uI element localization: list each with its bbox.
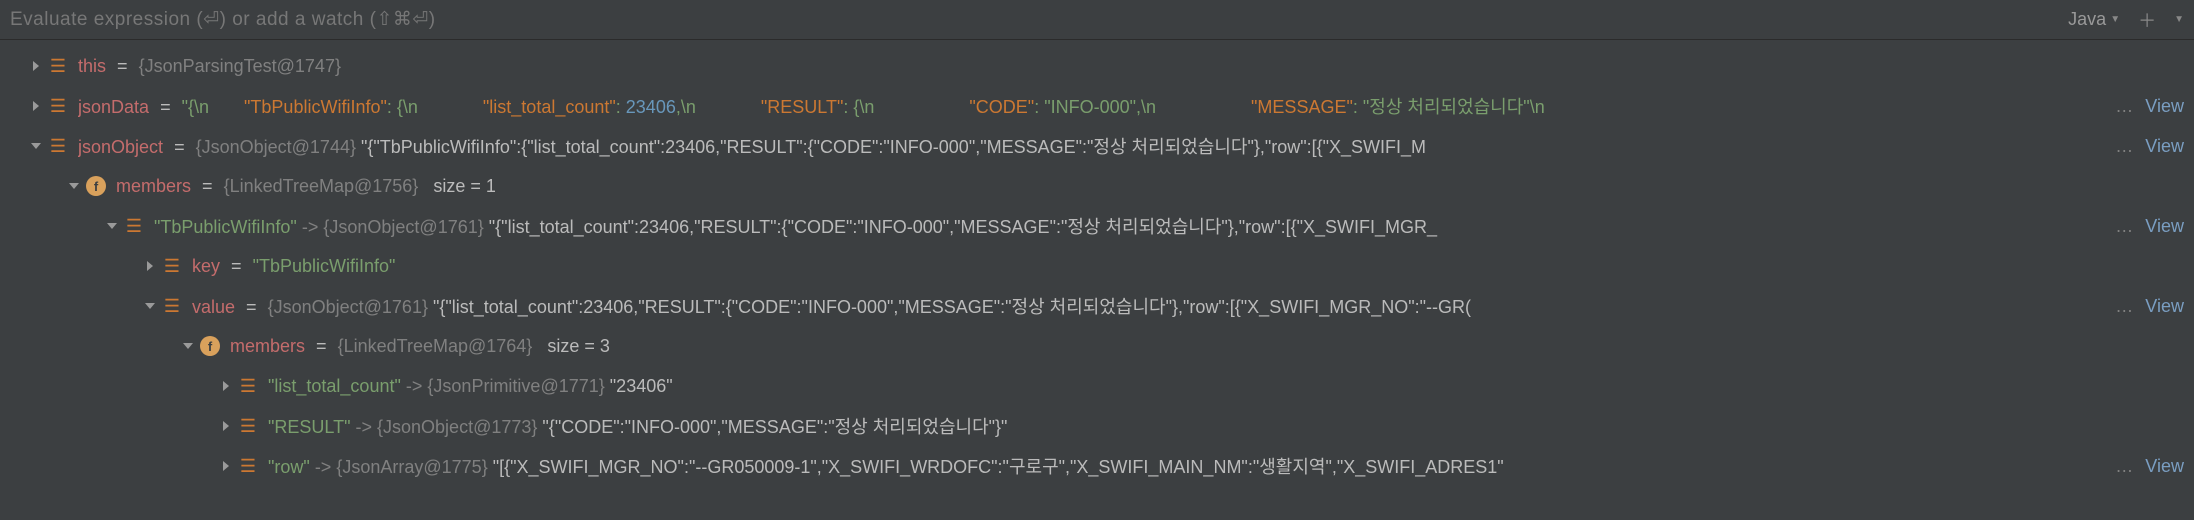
var-name: this xyxy=(78,56,106,76)
language-label: Java xyxy=(2068,9,2106,30)
map-key: "TbPublicWifiInfo" xyxy=(154,217,297,237)
tree-row-jsondata[interactable]: ☰ jsonData = "{\n "TbPublicWifiInfo": {\… xyxy=(0,86,2194,126)
collapse-arrow-icon[interactable] xyxy=(24,140,48,152)
truncation-ellipsis: … xyxy=(2115,216,2139,237)
struct-icon: ☰ xyxy=(124,216,144,236)
equals: = xyxy=(246,297,257,317)
var-type: {JsonObject@1761} xyxy=(323,217,483,237)
var-type: {JsonObject@1744} xyxy=(196,137,356,157)
truncation-ellipsis: … xyxy=(2115,296,2139,317)
map-key: "list_total_count" xyxy=(268,376,401,396)
view-link[interactable]: View xyxy=(2139,216,2194,237)
var-type: {JsonArray@1775} xyxy=(336,457,487,477)
view-link[interactable]: View xyxy=(2139,456,2194,477)
struct-icon: ☰ xyxy=(238,376,258,396)
tree-row-members[interactable]: f members = {LinkedTreeMap@1764} size = … xyxy=(0,326,2194,366)
language-selector[interactable]: Java ▼ xyxy=(2068,9,2120,30)
var-type: {LinkedTreeMap@1756} xyxy=(224,176,419,196)
var-name: jsonData xyxy=(78,97,149,117)
equals: = xyxy=(160,97,171,117)
expand-arrow-icon[interactable] xyxy=(214,380,238,392)
struct-icon: ☰ xyxy=(48,56,68,76)
struct-icon: ☰ xyxy=(48,96,68,116)
var-size: size = 3 xyxy=(537,336,610,356)
expand-arrow-icon[interactable] xyxy=(214,420,238,432)
tree-row-map-entry[interactable]: ☰ "row" -> {JsonArray@1775} "[{"X_SWIFI_… xyxy=(0,446,2194,486)
header-controls: Java ▼ ＋ ▼ xyxy=(2068,7,2184,33)
collapse-arrow-icon[interactable] xyxy=(62,180,86,192)
truncation-ellipsis: … xyxy=(2115,96,2139,117)
map-key: "row" xyxy=(268,457,310,477)
tree-row-map-entry[interactable]: ☰ "list_total_count" -> {JsonPrimitive@1… xyxy=(0,366,2194,406)
var-type: {JsonObject@1773} xyxy=(377,417,537,437)
tree-row-this[interactable]: ☰ this = {JsonParsingTest@1747} xyxy=(0,46,2194,86)
field-icon: f xyxy=(200,336,220,356)
expand-arrow-icon[interactable] xyxy=(214,460,238,472)
var-name: members xyxy=(116,176,191,196)
chevron-down-icon[interactable]: ▼ xyxy=(2174,14,2184,25)
equals: = xyxy=(174,137,185,157)
expand-arrow-icon[interactable] xyxy=(24,60,48,72)
add-watch-icon[interactable]: ＋ xyxy=(2138,7,2156,33)
var-name: members xyxy=(230,336,305,356)
field-icon: f xyxy=(86,176,106,196)
equals: = xyxy=(117,56,128,76)
struct-icon: ☰ xyxy=(162,296,182,316)
view-link[interactable]: View xyxy=(2139,296,2194,317)
tree-row-map-entry[interactable]: ☰ "RESULT" -> {JsonObject@1773} "{"CODE"… xyxy=(0,406,2194,446)
equals: = xyxy=(202,176,213,196)
expand-arrow-icon[interactable] xyxy=(138,260,162,272)
expand-arrow-icon[interactable] xyxy=(24,100,48,112)
tree-row-jsonobject[interactable]: ☰ jsonObject = {JsonObject@1744} "{"TbPu… xyxy=(0,126,2194,166)
truncation-ellipsis: … xyxy=(2115,456,2139,477)
collapse-arrow-icon[interactable] xyxy=(176,340,200,352)
var-value: "{"list_total_count":23406,"RESULT":{"CO… xyxy=(489,217,1437,237)
var-type: {JsonObject@1761} xyxy=(268,297,428,317)
var-value: "{"list_total_count":23406,"RESULT":{"CO… xyxy=(433,297,1471,317)
truncation-ellipsis: … xyxy=(2115,136,2139,157)
struct-icon: ☰ xyxy=(238,416,258,436)
tree-row-members[interactable]: f members = {LinkedTreeMap@1756} size = … xyxy=(0,166,2194,206)
view-link[interactable]: View xyxy=(2139,136,2194,157)
struct-icon: ☰ xyxy=(238,456,258,476)
struct-icon: ☰ xyxy=(162,256,182,276)
var-type: {LinkedTreeMap@1764} xyxy=(338,336,533,356)
chevron-down-icon: ▼ xyxy=(2110,14,2120,25)
var-value: "TbPublicWifiInfo" xyxy=(253,256,396,276)
equals: = xyxy=(231,256,242,276)
var-name: value xyxy=(192,297,235,317)
var-type: {JsonParsingTest@1747} xyxy=(139,56,341,76)
view-link[interactable]: View xyxy=(2139,96,2194,117)
struct-icon: ☰ xyxy=(48,136,68,156)
var-value: "{"TbPublicWifiInfo":{"list_total_count"… xyxy=(361,137,1426,157)
tree-row-key[interactable]: ☰ key = "TbPublicWifiInfo" xyxy=(0,246,2194,286)
var-name: jsonObject xyxy=(78,137,163,157)
collapse-arrow-icon[interactable] xyxy=(100,220,124,232)
map-key: "RESULT" xyxy=(268,417,350,437)
eval-header: Evaluate expression (⏎) or add a watch (… xyxy=(0,0,2194,40)
var-value: "23406" xyxy=(610,376,673,396)
var-type: {JsonPrimitive@1771} xyxy=(427,376,604,396)
eval-expression-input[interactable]: Evaluate expression (⏎) or add a watch (… xyxy=(10,8,2068,31)
tree-row-value[interactable]: ☰ value = {JsonObject@1761} "{"list_tota… xyxy=(0,286,2194,326)
variables-tree: ☰ this = {JsonParsingTest@1747} ☰ jsonDa… xyxy=(0,40,2194,492)
equals: = xyxy=(316,336,327,356)
tree-row-map-entry[interactable]: ☰ "TbPublicWifiInfo" -> {JsonObject@1761… xyxy=(0,206,2194,246)
var-value: "{"CODE":"INFO-000","MESSAGE":"정상 처리되었습니… xyxy=(542,417,1007,437)
collapse-arrow-icon[interactable] xyxy=(138,300,162,312)
var-size: size = 1 xyxy=(423,176,496,196)
var-name: key xyxy=(192,256,220,276)
var-value: "[{"X_SWIFI_MGR_NO":"--GR050009-1","X_SW… xyxy=(493,457,1504,477)
